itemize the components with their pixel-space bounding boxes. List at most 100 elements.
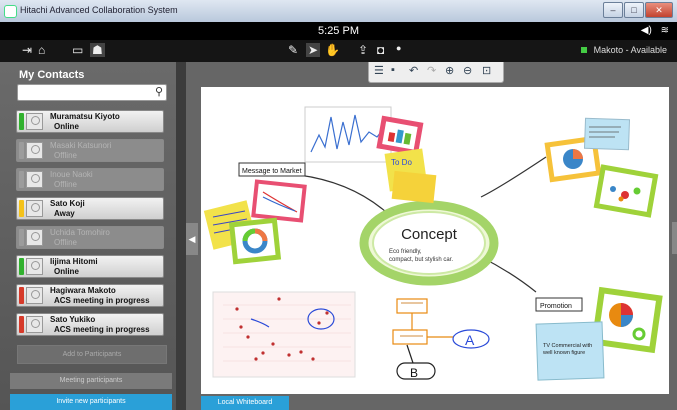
meeting-participants-button[interactable]: Meeting participants <box>10 373 172 389</box>
maximize-button[interactable]: □ <box>624 2 644 18</box>
contact-status: Offline <box>54 238 77 247</box>
contact-item[interactable]: Uchida Tomohiro Offline <box>16 226 164 249</box>
panel-divider[interactable] <box>176 62 186 410</box>
folder-icon[interactable]: ▭ <box>72 43 83 57</box>
close-button[interactable]: ✕ <box>645 2 673 18</box>
contact-status: Online <box>54 122 79 131</box>
zoom-out-icon[interactable]: ⊖ <box>463 64 472 77</box>
system-icons: ◀) ≋ <box>641 25 669 36</box>
undo-icon[interactable]: ↶ <box>409 64 418 77</box>
expand-right-handle[interactable] <box>672 222 677 254</box>
contact-status: Offline <box>54 151 77 160</box>
search-icon[interactable]: ⚲ <box>155 85 163 98</box>
available-status-icon <box>581 47 588 53</box>
concept-title: Concept <box>401 226 458 243</box>
add-to-participants-button[interactable]: Add to Participants <box>17 345 167 364</box>
contact-item[interactable]: Inoue Naoki Offline <box>16 168 164 191</box>
logout-icon[interactable]: ⇥ <box>22 43 32 57</box>
home-icon[interactable]: ⌂ <box>38 43 45 57</box>
avatar-icon <box>26 316 43 333</box>
minimize-button[interactable]: – <box>603 2 623 18</box>
handwritten-letter-b: B <box>410 366 418 380</box>
presence-indicator <box>19 171 24 188</box>
concept-text-line-1: Eco friendly, <box>389 249 422 255</box>
fit-page-icon[interactable]: ⊡ <box>482 64 491 77</box>
record-icon[interactable]: ● <box>396 43 401 53</box>
app-icon <box>4 5 17 18</box>
scatter-plot-image[interactable] <box>212 291 356 378</box>
hand-icon[interactable]: ✋ <box>325 43 340 57</box>
menu-list-icon[interactable]: ☰ <box>374 64 384 77</box>
whiteboard-toolbar: ☰ ▪ ↶ ↷ ⊕ ⊖ ⊡ <box>368 62 504 83</box>
contact-name: Inoue Naoki <box>50 170 93 179</box>
tv-note-line-1: TV Commercial with <box>543 343 592 349</box>
pointer-icon[interactable]: ➤ <box>306 43 321 57</box>
avatar-icon <box>26 200 43 217</box>
whiteboard-canvas[interactable]: Concept Eco friendly, compact, but styli… <box>201 87 669 394</box>
volume-icon[interactable]: ◀) <box>641 25 652 36</box>
presence-indicator <box>19 316 24 333</box>
upload-icon[interactable]: ⇪ <box>358 43 368 57</box>
user-name: Makoto <box>593 45 624 55</box>
status-bar: 5:25 PM ◀) ≋ <box>0 22 677 40</box>
todo-sticky-note[interactable]: To Do <box>384 148 437 204</box>
contact-item[interactable]: Muramatsu Kiyoto Online <box>16 110 164 133</box>
tv-commercial-note[interactable]: TV Commercial with well known figure <box>535 321 605 381</box>
contact-status: ACS meeting in progress <box>54 296 150 305</box>
contact-status: ACS meeting in progress <box>54 325 150 334</box>
user-status-separator: - <box>625 45 629 55</box>
contact-status: Online <box>54 267 79 276</box>
contact-name: Uchida Tomohiro <box>50 228 110 237</box>
presence-indicator <box>19 229 24 246</box>
window-title: Hitachi Advanced Collaboration System <box>20 5 178 15</box>
bubble-chart-card[interactable] <box>593 164 659 218</box>
tv-note-line-2: well known figure <box>542 350 585 356</box>
contact-name: Masaki Katsunori <box>50 141 112 150</box>
contact-item[interactable]: Masaki Katsunori Offline <box>16 139 164 162</box>
window-titlebar: Hitachi Advanced Collaboration System – … <box>0 0 677 23</box>
invite-participants-button[interactable]: Invite new participants <box>10 394 172 410</box>
contact-item[interactable]: Hagiwara Makoto ACS meeting in progress <box>16 284 164 307</box>
contact-item[interactable]: Iijima Hitomi Online <box>16 255 164 278</box>
promotion-node[interactable]: Promotion <box>535 297 583 312</box>
contact-name: Hagiwara Makoto <box>50 286 116 295</box>
contact-name: Iijima Hitomi <box>50 257 98 266</box>
concept-node[interactable]: Concept Eco friendly, compact, but styli… <box>359 200 499 286</box>
line-chart-image[interactable] <box>304 106 392 163</box>
blue-text-note[interactable] <box>583 117 631 151</box>
save-icon[interactable]: ▪ <box>391 64 395 76</box>
handwritten-flow-diagram[interactable]: A B <box>392 298 490 380</box>
contact-name: Sato Yukiko <box>50 315 96 324</box>
concept-text-line-2: compact, but stylish car. <box>389 257 453 263</box>
scatter-chart-card[interactable] <box>251 179 307 223</box>
contact-search-field[interactable]: ⚲ <box>17 84 167 101</box>
message-to-market-node[interactable]: Message to Market <box>238 162 306 177</box>
message-to-market-label: Message to Market <box>242 168 302 175</box>
contact-status: Away <box>54 209 75 218</box>
contact-item[interactable]: Sato Yukiko ACS meeting in progress <box>16 313 164 336</box>
tab-local-whiteboard[interactable]: Local Whiteboard <box>201 396 289 410</box>
avatar-icon <box>26 171 43 188</box>
promotion-label: Promotion <box>540 303 572 310</box>
redo-icon[interactable]: ↷ <box>427 64 436 77</box>
zoom-in-icon[interactable]: ⊕ <box>445 64 454 77</box>
contacts-icon[interactable]: ☗ <box>90 43 105 57</box>
wifi-icon[interactable]: ≋ <box>661 25 669 36</box>
contact-name: Muramatsu Kiyoto <box>50 112 120 121</box>
collapse-sidebar-icon[interactable]: ◀ <box>186 223 198 255</box>
camera-icon[interactable]: ◘ <box>377 43 384 57</box>
pen-icon[interactable]: ✎ <box>288 43 298 57</box>
window-controls: – □ ✕ <box>603 2 673 18</box>
contact-name: Sato Koji <box>50 199 85 208</box>
user-availability: Available <box>630 45 667 55</box>
contacts-sidebar: My Contacts ⚲ Muramatsu Kiyoto Online Masa… <box>0 62 176 410</box>
presence-indicator <box>19 287 24 304</box>
presence-indicator <box>19 113 24 130</box>
contact-item[interactable]: Sato Koji Away <box>16 197 164 220</box>
app-toolbar: ⇥ ⌂ ▭ ☗ ✎ ➤ ✋ ⇪ ◘ ● Makoto - Available <box>0 40 677 63</box>
user-status[interactable]: Makoto - Available <box>581 45 667 55</box>
donut-chart-card[interactable] <box>228 217 282 265</box>
presence-indicator <box>19 200 24 217</box>
svg-text:To Do: To Do <box>391 158 412 167</box>
contacts-title: My Contacts <box>19 69 85 81</box>
